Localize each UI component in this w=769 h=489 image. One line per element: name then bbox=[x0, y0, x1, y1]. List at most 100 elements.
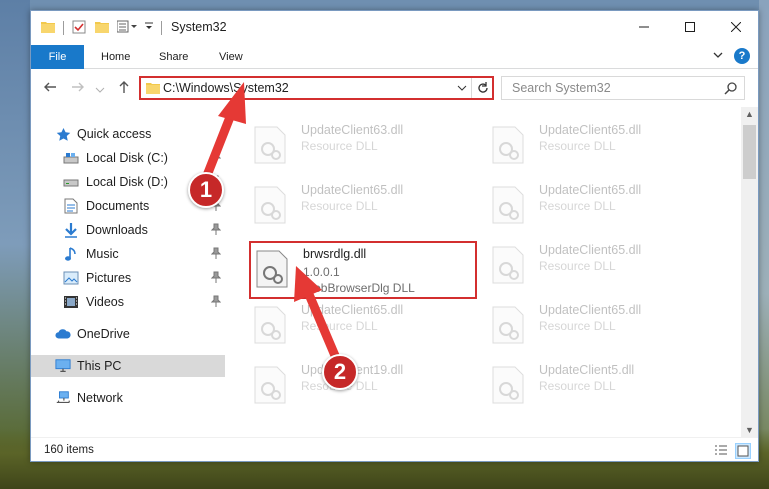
large-icons-view-button[interactable] bbox=[735, 443, 751, 459]
forward-button[interactable] bbox=[71, 80, 85, 97]
dll-file-icon bbox=[253, 185, 287, 228]
dll-file-icon bbox=[491, 305, 525, 348]
scroll-down-icon[interactable]: ▼ bbox=[745, 425, 754, 435]
file-description: WebBrowserDlg DLL bbox=[303, 281, 415, 295]
forward-arrow-icon bbox=[72, 82, 84, 92]
minimize-icon bbox=[639, 26, 649, 28]
pin-icon[interactable] bbox=[210, 151, 222, 166]
film-strip-icon bbox=[63, 294, 79, 310]
tab-view[interactable]: View bbox=[219, 45, 243, 69]
drive-icon bbox=[63, 150, 79, 166]
desktop-background-left bbox=[0, 0, 30, 489]
maximize-button[interactable] bbox=[667, 11, 713, 43]
recent-locations-button[interactable] bbox=[95, 82, 105, 98]
nav-item-this-pc[interactable]: This PC bbox=[31, 355, 225, 377]
tab-file[interactable]: File bbox=[31, 45, 84, 69]
file-item[interactable]: UpdateClient19.dll Resource DLL bbox=[249, 359, 469, 415]
vertical-scrollbar[interactable]: ▲ ▼ bbox=[741, 107, 758, 437]
large-icons-view-icon bbox=[737, 445, 749, 457]
details-view-icon bbox=[715, 445, 727, 455]
back-arrow-icon bbox=[44, 82, 56, 92]
explorer-window: System32 File Home Share View ? C:\Windo… bbox=[30, 10, 759, 462]
address-dropdown-icon[interactable] bbox=[457, 82, 467, 97]
pin-icon[interactable] bbox=[210, 271, 222, 286]
drive-icon bbox=[63, 174, 79, 190]
star-icon bbox=[55, 126, 71, 142]
file-item[interactable]: UpdateClient65.dll Resource DLL bbox=[487, 299, 707, 355]
file-version: 1.0.0.1 bbox=[303, 265, 340, 279]
close-button[interactable] bbox=[713, 11, 758, 43]
help-icon[interactable]: ? bbox=[734, 48, 750, 64]
minimize-button[interactable] bbox=[621, 11, 667, 43]
close-icon bbox=[731, 22, 741, 32]
up-button[interactable] bbox=[117, 80, 131, 97]
navigation-row: C:\Windows\System32 Search System32 bbox=[31, 69, 758, 107]
properties-icon[interactable] bbox=[72, 20, 86, 37]
dll-file-icon bbox=[491, 365, 525, 408]
address-bar[interactable]: C:\Windows\System32 bbox=[139, 76, 494, 100]
scroll-thumb[interactable] bbox=[743, 125, 756, 179]
scroll-up-icon[interactable]: ▲ bbox=[745, 109, 754, 119]
dll-file-icon bbox=[255, 249, 289, 292]
new-folder-icon[interactable] bbox=[95, 20, 109, 36]
documents-icon bbox=[63, 198, 79, 214]
music-note-icon bbox=[63, 246, 79, 262]
file-item[interactable]: UpdateClient5.dll Resource DLL bbox=[487, 359, 707, 415]
annotation-step-2: 2 bbox=[322, 354, 358, 390]
nav-item-downloads[interactable]: Downloads bbox=[31, 219, 225, 241]
navigation-pane: Quick access Local Disk (C:) Local Disk … bbox=[31, 107, 225, 437]
nav-item-videos[interactable]: Videos bbox=[31, 291, 225, 313]
file-name: brwsrdlg.dll bbox=[303, 247, 367, 261]
dll-file-icon bbox=[491, 125, 525, 168]
network-icon bbox=[55, 390, 71, 406]
pin-icon[interactable] bbox=[210, 247, 222, 262]
nav-item-onedrive[interactable]: OneDrive bbox=[31, 323, 225, 345]
tab-home[interactable]: Home bbox=[101, 45, 130, 69]
folder-icon bbox=[146, 82, 160, 97]
file-item[interactable]: UpdateClient63.dll Resource DLL bbox=[249, 119, 469, 175]
search-icon bbox=[724, 81, 738, 98]
details-view-button[interactable] bbox=[713, 443, 729, 459]
pin-icon[interactable] bbox=[210, 295, 222, 310]
search-box[interactable]: Search System32 bbox=[501, 76, 745, 100]
nav-item-music[interactable]: Music bbox=[31, 243, 225, 265]
nav-item-network[interactable]: Network bbox=[31, 387, 225, 409]
title-bar: System32 bbox=[31, 11, 758, 43]
file-item-selected[interactable]: brwsrdlg.dll 1.0.0.1 WebBrowserDlg DLL bbox=[249, 241, 477, 299]
dll-file-icon bbox=[253, 305, 287, 348]
maximize-icon bbox=[685, 22, 695, 32]
pin-icon[interactable] bbox=[210, 223, 222, 238]
expand-ribbon-icon[interactable] bbox=[712, 49, 724, 64]
tab-share[interactable]: Share bbox=[159, 45, 188, 69]
search-placeholder: Search System32 bbox=[512, 81, 611, 95]
chevron-down-icon bbox=[95, 87, 105, 93]
dll-file-icon bbox=[491, 245, 525, 288]
dll-file-icon bbox=[253, 125, 287, 168]
file-item[interactable]: UpdateClient65.dll Resource DLL bbox=[487, 179, 707, 235]
up-arrow-icon bbox=[119, 81, 129, 93]
back-button[interactable] bbox=[43, 80, 57, 97]
file-item[interactable]: UpdateClient65.dll Resource DLL bbox=[249, 179, 469, 235]
status-bar: 160 items bbox=[31, 437, 758, 461]
dll-file-icon bbox=[491, 185, 525, 228]
ribbon: File Home Share View ? bbox=[31, 43, 758, 69]
nav-item-local-disk-c[interactable]: Local Disk (C:) bbox=[31, 147, 225, 169]
customize-toolbar-icon[interactable] bbox=[116, 20, 139, 36]
folder-icon bbox=[41, 20, 55, 36]
cloud-icon bbox=[55, 326, 71, 342]
file-item[interactable]: UpdateClient65.dll Resource DLL bbox=[487, 239, 707, 295]
quick-access-dropdown-icon[interactable] bbox=[144, 19, 154, 36]
file-item[interactable]: UpdateClient65.dll Resource DLL bbox=[487, 119, 707, 175]
desktop-background-right bbox=[759, 0, 769, 489]
file-list: UpdateClient63.dll Resource DLL UpdateCl… bbox=[225, 107, 758, 437]
annotation-step-1: 1 bbox=[188, 172, 224, 208]
nav-item-quick-access[interactable]: Quick access bbox=[31, 123, 225, 145]
item-count: 160 items bbox=[44, 444, 94, 456]
address-path: C:\Windows\System32 bbox=[163, 81, 289, 95]
dll-file-icon bbox=[253, 365, 287, 408]
file-item[interactable]: UpdateClient65.dll Resource DLL bbox=[249, 299, 469, 355]
nav-item-pictures[interactable]: Pictures bbox=[31, 267, 225, 289]
computer-icon bbox=[55, 358, 71, 374]
refresh-icon[interactable] bbox=[476, 81, 490, 98]
pictures-icon bbox=[63, 270, 79, 286]
